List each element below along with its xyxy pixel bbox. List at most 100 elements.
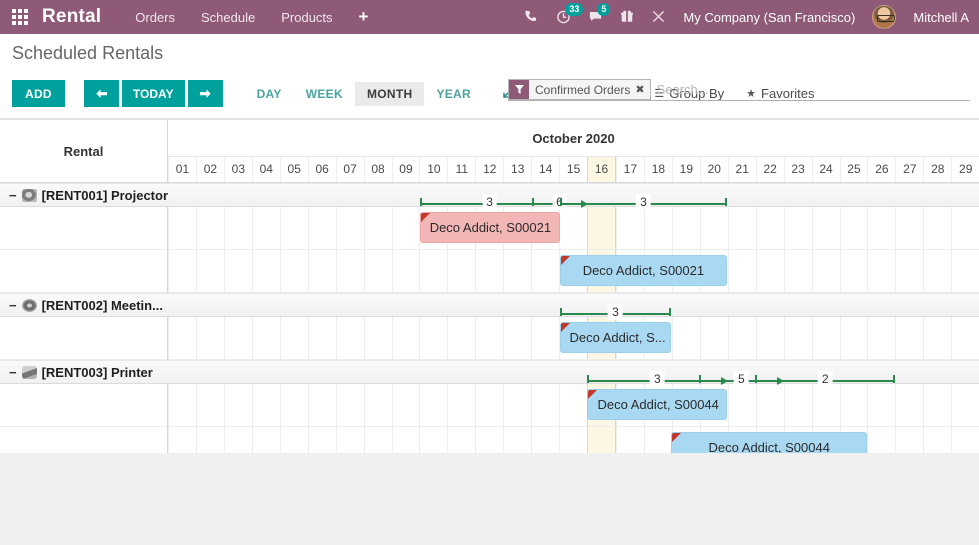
- messages-icon[interactable]: 5: [588, 9, 603, 26]
- previous-period-button[interactable]: [84, 80, 119, 107]
- grid-column-29: [951, 317, 979, 359]
- day-cell-15[interactable]: 15: [559, 157, 587, 182]
- grid-column-26: [867, 207, 895, 249]
- day-cell-21[interactable]: 21: [728, 157, 756, 182]
- grid-column-28: [923, 207, 951, 249]
- grid-column-07: [336, 207, 364, 249]
- day-cell-14[interactable]: 14: [531, 157, 559, 182]
- scale-year-button[interactable]: YEAR: [424, 82, 483, 106]
- pill-label: Deco Addict, S00021: [430, 220, 551, 235]
- gantt-pill[interactable]: Deco Addict, S00044: [587, 389, 727, 420]
- day-cell-25[interactable]: 25: [840, 157, 868, 182]
- grid-column-28: [923, 317, 951, 359]
- gantt-pill[interactable]: Deco Addict, S00021: [420, 212, 560, 243]
- search-facet-remove-icon[interactable]: ✖: [634, 80, 649, 99]
- grid-column-13: [503, 250, 531, 292]
- day-cell-16[interactable]: 16: [587, 157, 616, 182]
- day-cell-03[interactable]: 03: [224, 157, 252, 182]
- grid-column-23: [784, 207, 812, 249]
- grid-column-26: [867, 250, 895, 292]
- day-cell-10[interactable]: 10: [419, 157, 447, 182]
- day-cell-20[interactable]: 20: [700, 157, 728, 182]
- nav-item-schedule[interactable]: Schedule: [201, 10, 255, 25]
- search-facet-confirmed-orders[interactable]: Confirmed Orders ✖: [508, 79, 651, 100]
- day-cell-02[interactable]: 02: [196, 157, 224, 182]
- day-cell-27[interactable]: 27: [895, 157, 923, 182]
- phone-icon[interactable]: [524, 9, 539, 26]
- day-cell-22[interactable]: 22: [756, 157, 784, 182]
- day-cell-18[interactable]: 18: [644, 157, 672, 182]
- day-cell-23[interactable]: 23: [784, 157, 812, 182]
- grid-column-04: [252, 250, 280, 292]
- gantt-group-rows: Deco Addict, S...3: [0, 317, 979, 360]
- gantt-row-track[interactable]: [168, 384, 979, 427]
- day-cell-05[interactable]: 05: [280, 157, 308, 182]
- day-cell-04[interactable]: 04: [252, 157, 280, 182]
- collapse-toggle-icon[interactable]: −: [9, 189, 17, 202]
- bracket-cap-right: [893, 375, 895, 383]
- scale-week-button[interactable]: WEEK: [294, 82, 355, 106]
- next-period-button[interactable]: [188, 80, 223, 107]
- activity-clock-icon[interactable]: 33: [556, 9, 571, 26]
- bracket-value: 2: [818, 371, 833, 387]
- day-cell-24[interactable]: 24: [812, 157, 840, 182]
- grid-column-21: [728, 384, 756, 426]
- nav-item-orders[interactable]: Orders: [135, 10, 175, 25]
- search-input[interactable]: [651, 79, 970, 100]
- gift-icon[interactable]: [620, 9, 634, 26]
- user-avatar[interactable]: [872, 5, 896, 29]
- day-cell-09[interactable]: 09: [392, 157, 420, 182]
- bracket-cap-left: [587, 375, 589, 383]
- day-cell-29[interactable]: 29: [951, 157, 979, 182]
- day-cell-07[interactable]: 07: [336, 157, 364, 182]
- day-cell-28[interactable]: 28: [923, 157, 951, 182]
- tools-icon[interactable]: [651, 9, 666, 26]
- day-cell-06[interactable]: 06: [308, 157, 336, 182]
- gantt-time-header: October 2020 010203040506070809101112131…: [168, 120, 979, 182]
- grid-column-13: [503, 317, 531, 359]
- gantt-rows-left-gutter: [0, 317, 168, 360]
- grid-column-20: [700, 207, 728, 249]
- user-menu-name[interactable]: Mitchell A: [913, 10, 969, 25]
- scale-day-button[interactable]: DAY: [245, 82, 294, 106]
- day-cell-12[interactable]: 12: [475, 157, 503, 182]
- nav-item-products[interactable]: Products: [281, 10, 332, 25]
- grid-column-11: [447, 384, 475, 426]
- day-cell-19[interactable]: 19: [672, 157, 700, 182]
- day-cell-11[interactable]: 11: [447, 157, 475, 182]
- today-button[interactable]: TODAY: [122, 80, 185, 107]
- gantt-pill[interactable]: Deco Addict, S...: [560, 322, 672, 353]
- collapse-toggle-icon[interactable]: −: [9, 299, 17, 312]
- grid-column-06: [308, 384, 336, 426]
- grid-column-14: [531, 250, 559, 292]
- grid-column-27: [895, 317, 923, 359]
- grid-column-09: [392, 207, 420, 249]
- grid-column-16: [587, 207, 616, 249]
- day-cell-13[interactable]: 13: [503, 157, 531, 182]
- gantt-row-track[interactable]: [168, 207, 979, 250]
- gantt-group-row[interactable]: −[RENT002] Meetin...: [0, 293, 979, 317]
- day-cell-08[interactable]: 08: [364, 157, 392, 182]
- grid-column-06: [308, 207, 336, 249]
- grid-column-01: [168, 250, 196, 292]
- day-cell-01[interactable]: 01: [168, 157, 196, 182]
- grid-column-23: [784, 384, 812, 426]
- new-record-plus-icon[interactable]: +: [359, 7, 369, 27]
- grid-column-03: [224, 207, 252, 249]
- grid-column-01: [168, 317, 196, 359]
- day-cell-17[interactable]: 17: [616, 157, 644, 182]
- grid-column-04: [252, 207, 280, 249]
- search-box[interactable]: Confirmed Orders ✖: [508, 79, 970, 101]
- app-brand-title[interactable]: Rental: [42, 6, 101, 28]
- grid-column-23: [784, 317, 812, 359]
- add-button[interactable]: ADD: [12, 80, 65, 107]
- bracket-cap-left: [420, 198, 422, 206]
- gantt-group-rows: Deco Addict, S00021Deco Addict, S0002136…: [0, 207, 979, 293]
- scale-month-button[interactable]: MONTH: [355, 82, 425, 106]
- gantt-pill[interactable]: Deco Addict, S00021: [560, 255, 728, 286]
- gantt-row-gutter-cell: [0, 317, 167, 360]
- day-cell-26[interactable]: 26: [867, 157, 895, 182]
- company-selector[interactable]: My Company (San Francisco): [683, 10, 855, 25]
- apps-grid-icon[interactable]: [12, 9, 28, 25]
- collapse-toggle-icon[interactable]: −: [9, 366, 17, 379]
